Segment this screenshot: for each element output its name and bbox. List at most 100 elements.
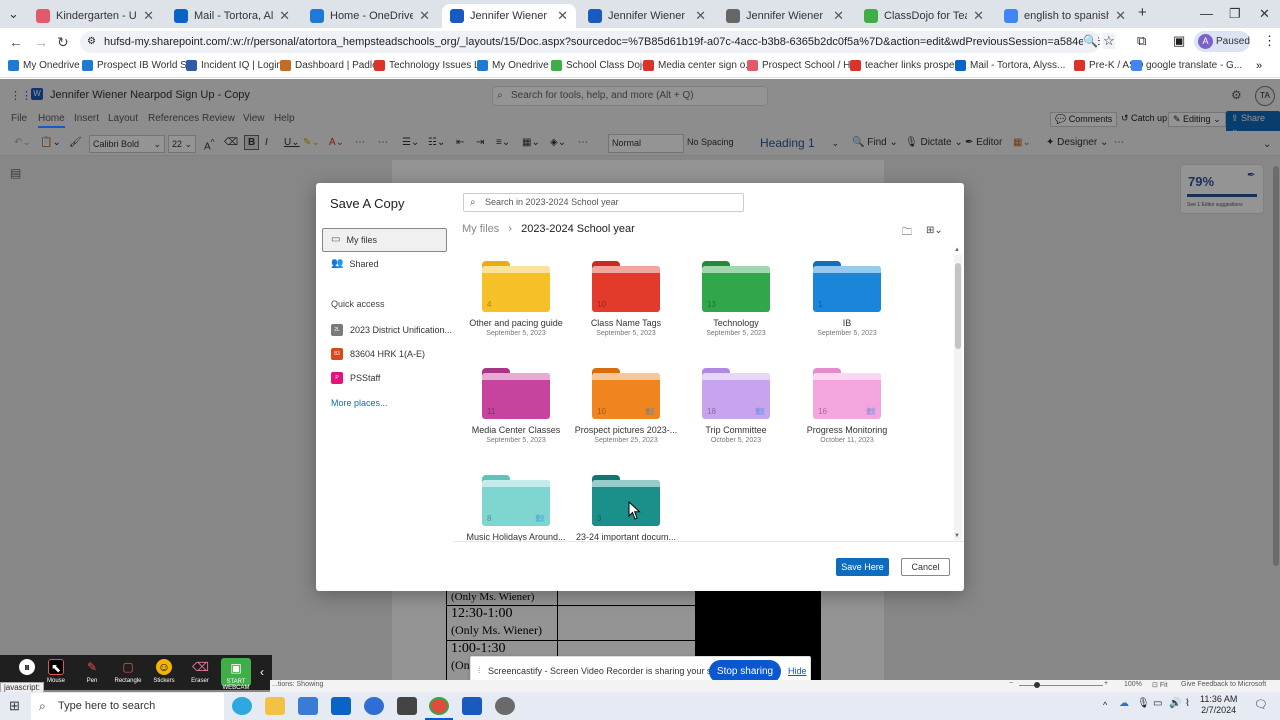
menu-review[interactable]: Review	[202, 113, 235, 124]
onedrive-tray-icon[interactable]: ☁	[1119, 698, 1129, 709]
folder-item[interactable]: 3 23-24 important docum...	[561, 475, 691, 541]
zoom-in-icon[interactable]: +	[1104, 680, 1108, 687]
taskbar-search-input[interactable]: ⌕ Type here to search	[31, 693, 224, 720]
browser-tab[interactable]: Kindergarten - Unit planni ✕	[28, 4, 162, 28]
bookmark-item[interactable]: teacher links prospe...	[850, 60, 963, 71]
new-tab-icon[interactable]: +	[1138, 4, 1147, 21]
menu-home[interactable]: Home	[38, 113, 65, 128]
screencastify-pen-tool[interactable]: ✎ Pen	[75, 657, 109, 684]
app-c-icon[interactable]	[364, 697, 384, 715]
bookmark-item[interactable]: Prospect IB World S...	[82, 60, 195, 71]
chrome-icon[interactable]	[429, 697, 449, 715]
tab-title: Kindergarten - Unit planni	[56, 10, 137, 22]
menu-help[interactable]: Help	[274, 113, 295, 124]
notification-icon[interactable]: 🗨	[1254, 698, 1268, 711]
back-icon[interactable]: ←	[9, 34, 23, 50]
url-field[interactable]: ⚙ hufsd-my.sharepoint.com/:w:/r/personal…	[80, 31, 1100, 53]
cancel-button[interactable]: Cancel	[901, 558, 950, 576]
zoom-slider-thumb[interactable]	[1034, 682, 1040, 688]
folder-item[interactable]: 1 IB September 5, 2023	[782, 261, 912, 337]
word-taskbar-icon[interactable]	[462, 697, 482, 715]
profile-button[interactable]: A Paused	[1194, 31, 1250, 52]
bookmark-star-icon[interactable]: ☆	[1103, 33, 1115, 49]
hide-link[interactable]: Hide	[788, 666, 807, 676]
menu-file[interactable]: File	[11, 113, 27, 124]
browser-tab[interactable]: english to spanish - Goo ✕	[996, 4, 1134, 28]
bookmark-item[interactable]: Mail - Tortora, Alyss...	[955, 60, 1065, 71]
menu-layout[interactable]: Layout	[108, 113, 138, 124]
restore-icon[interactable]: ❐	[1229, 6, 1241, 22]
forward-icon[interactable]: →	[34, 34, 48, 50]
browser-tab[interactable]: Home - OneDrive ✕	[302, 4, 438, 28]
wifi-icon[interactable]: ⌇	[1185, 698, 1190, 709]
window-close-icon[interactable]: ✕	[1259, 6, 1270, 22]
bookmark-item[interactable]: School Class Dojo	[551, 60, 648, 71]
bookmark-favicon-icon	[850, 60, 861, 71]
more-bookmarks-icon[interactable]: »	[1256, 60, 1262, 72]
microphone-tray-icon[interactable]: 🎙	[1137, 698, 1150, 709]
bookmark-label: google translate - G...	[1146, 60, 1243, 71]
scroll-up-icon[interactable]: ▲	[954, 247, 960, 253]
extensions-icon[interactable]: ⧉	[1137, 33, 1146, 49]
close-tab-icon[interactable]: ✕	[1115, 8, 1126, 24]
save-here-button[interactable]: Save Here	[836, 558, 889, 576]
close-tab-icon[interactable]: ✕	[833, 8, 844, 24]
browser-tab[interactable]: ClassDojo for Teachers ✕	[856, 4, 992, 28]
edge-icon[interactable]	[232, 697, 252, 715]
tab-search-icon[interactable]: ⌄	[8, 6, 19, 22]
dialog-scrollbar[interactable]: ▲ ▼	[954, 247, 962, 540]
close-tab-icon[interactable]: ✕	[695, 8, 706, 24]
browser-tab[interactable]: Jennifer Wiener Nearpod ✕	[718, 4, 852, 28]
zoom-slider[interactable]	[1019, 685, 1103, 686]
scrollbar-thumb[interactable]	[955, 263, 961, 349]
network-icon[interactable]: ▭	[1153, 698, 1162, 709]
bookmark-item[interactable]: Media center sign o...	[643, 60, 754, 71]
tray-chevron-icon[interactable]: ^	[1103, 700, 1107, 710]
windows-start-icon[interactable]: ⊞	[9, 698, 20, 714]
zoom-out-icon[interactable]: −	[1009, 680, 1013, 687]
menu-view[interactable]: View	[243, 113, 265, 124]
bookmark-item[interactable]: Incident IQ | Login	[186, 60, 282, 71]
store-icon[interactable]	[298, 697, 318, 715]
scroll-down-icon[interactable]: ▼	[954, 533, 960, 539]
close-tab-icon[interactable]: ✕	[419, 8, 430, 24]
volume-icon[interactable]: 🔊	[1169, 698, 1181, 709]
app-pen-icon[interactable]	[495, 697, 515, 715]
browser-tab[interactable]: Jennifer Wiener Nearpod ✕	[580, 4, 714, 28]
taskbar-clock[interactable]: 11:36 AM 2/7/2024	[1200, 694, 1237, 716]
close-tab-icon[interactable]: ✕	[143, 8, 154, 24]
menu-references[interactable]: References	[148, 113, 199, 124]
screencastify-eraser-tool[interactable]: ⌫ Eraser	[183, 657, 217, 684]
site-info-icon[interactable]: ⚙	[87, 31, 96, 53]
bookmark-item[interactable]: My Onedrive	[8, 60, 80, 71]
screencastify-sticker-tool[interactable]: ☺ Stickers	[147, 657, 181, 684]
screencastify-mouse-tool[interactable]: ⬉ Mouse	[39, 657, 73, 684]
close-tab-icon[interactable]: ✕	[973, 8, 984, 24]
zoom-icon[interactable]: 🔍	[1083, 34, 1098, 48]
screencastify-webcam-tool[interactable]: ▣ START WEBCAM	[221, 658, 251, 691]
folder-item[interactable]: 16 👥 Progress Monitoring October 11, 2023	[782, 368, 912, 444]
sidebar-icon[interactable]: ▣	[1173, 33, 1185, 49]
zoom-level[interactable]: 100%	[1124, 681, 1142, 688]
fit-button[interactable]: ⊡ Fit	[1152, 681, 1168, 689]
bookmark-item[interactable]: Prospect School / H...	[747, 60, 859, 71]
browser-tab[interactable]: Jennifer Wiener Nearpod ✕	[442, 4, 576, 28]
minimize-icon[interactable]: —	[1200, 6, 1213, 21]
collapse-toolbar-icon[interactable]: ‹	[260, 665, 264, 679]
bookmark-item[interactable]: Dashboard | Padlet	[280, 60, 380, 71]
drag-handle-icon[interactable]: ⁞	[478, 665, 481, 675]
close-tab-icon[interactable]: ✕	[279, 8, 290, 24]
app-d-icon[interactable]	[397, 697, 417, 715]
file-explorer-icon[interactable]	[265, 697, 285, 715]
bookmark-item[interactable]: google translate - G...	[1131, 60, 1242, 71]
browser-tab[interactable]: Mail - Tortora, Alyssa - O ✕	[166, 4, 298, 28]
reload-icon[interactable]: ↻	[57, 34, 69, 51]
bookmark-item[interactable]: Technology Issues L...	[374, 60, 488, 71]
browser-menu-icon[interactable]: ⋮	[1263, 33, 1276, 49]
screencastify-rectangle-tool[interactable]: ▢ Rectangle	[111, 657, 145, 684]
menu-insert[interactable]: Insert	[74, 113, 99, 124]
close-tab-icon[interactable]: ✕	[557, 8, 568, 24]
bookmark-item[interactable]: My Onedrive	[477, 60, 549, 71]
mail-icon[interactable]	[331, 697, 351, 715]
feedback-link[interactable]: Give Feedback to Microsoft	[1181, 681, 1266, 688]
